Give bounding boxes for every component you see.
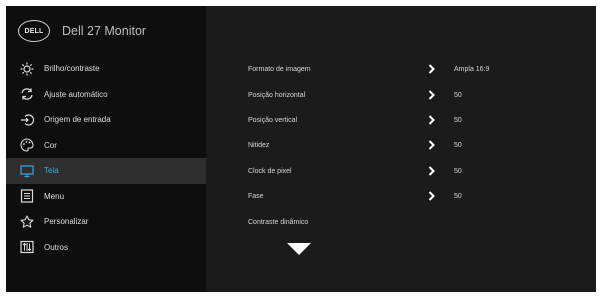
dell-logo: DELL xyxy=(18,20,50,42)
menu-item-label: Outros xyxy=(44,242,69,252)
star-icon xyxy=(20,215,34,229)
display-icon xyxy=(20,164,34,178)
setting-clock-de-pixel[interactable]: Clock de pixel 50 xyxy=(248,164,548,178)
menu-item-personalizar[interactable]: Personalizar xyxy=(6,209,206,235)
menu-item-origem-de-entrada[interactable]: Origem de entrada xyxy=(6,107,206,133)
auto-adjust-icon xyxy=(20,87,34,101)
setting-value: 50 xyxy=(454,167,462,175)
menu-item-label: Personalizar xyxy=(44,217,89,227)
menu-item-label: Origem de entrada xyxy=(44,115,111,125)
scroll-down-arrow-icon[interactable] xyxy=(287,243,311,255)
menu-item-cor[interactable]: Cor xyxy=(6,133,206,159)
menu-item-tela[interactable]: Tela xyxy=(6,158,206,184)
others-icon xyxy=(20,240,34,254)
setting-posicao-horizontal[interactable]: Posição horizontal 50 xyxy=(248,88,548,102)
color-palette-icon xyxy=(20,138,34,152)
setting-label: Nitidez xyxy=(248,141,270,149)
menu-item-outros[interactable]: Outros xyxy=(6,235,206,261)
chevron-right-icon xyxy=(428,115,448,125)
setting-value: 50 xyxy=(454,116,462,124)
settings-panel: Formato de imagem Ampla 16:9 Posição hor… xyxy=(206,6,596,292)
menu-item-label: Tela xyxy=(44,166,59,176)
chevron-right-icon xyxy=(428,166,448,176)
chevron-right-icon xyxy=(428,191,448,201)
setting-label: Formato de imagem xyxy=(248,65,311,73)
menu-item-menu[interactable]: Menu xyxy=(6,184,206,210)
setting-label: Fase xyxy=(248,192,264,200)
monitor-title: Dell 27 Monitor xyxy=(62,24,147,38)
chevron-right-icon xyxy=(428,64,448,74)
setting-value: 50 xyxy=(454,91,462,99)
menu-item-ajuste-automatico[interactable]: Ajuste automático xyxy=(6,82,206,108)
setting-value: 50 xyxy=(454,192,462,200)
brand-header: DELL Dell 27 Monitor xyxy=(6,6,206,56)
menu-item-label: Brilho/contraste xyxy=(44,64,100,74)
input-source-icon xyxy=(20,113,34,127)
menu-item-label: Menu xyxy=(44,191,65,201)
setting-contraste-dinamico[interactable]: Contraste dinâmico xyxy=(248,215,548,229)
setting-label: Clock de pixel xyxy=(248,167,292,175)
sidebar: DELL Dell 27 Monitor Brilho/contraste Aj… xyxy=(6,6,206,292)
setting-value: 50 xyxy=(454,141,462,149)
setting-formato-de-imagem[interactable]: Formato de imagem Ampla 16:9 xyxy=(248,62,548,76)
brightness-icon xyxy=(20,62,34,76)
menu-item-label: Ajuste automático xyxy=(44,89,108,99)
menu-item-label: Cor xyxy=(44,140,57,150)
setting-label: Posição horizontal xyxy=(248,91,306,99)
setting-value: Ampla 16:9 xyxy=(454,65,490,73)
main-menu: Brilho/contraste Ajuste automático Orige… xyxy=(6,56,206,260)
setting-label: Contraste dinâmico xyxy=(248,218,309,226)
chevron-right-icon xyxy=(428,140,448,150)
setting-fase[interactable]: Fase 50 xyxy=(248,189,548,203)
setting-label: Posição vertical xyxy=(248,116,298,124)
menu-item-brilho-contraste[interactable]: Brilho/contraste xyxy=(6,56,206,82)
menu-list-icon xyxy=(20,189,34,203)
chevron-right-icon xyxy=(428,90,448,100)
setting-nitidez[interactable]: Nitidez 50 xyxy=(248,138,548,152)
monitor-osd: DELL Dell 27 Monitor Brilho/contraste Aj… xyxy=(6,6,596,292)
setting-posicao-vertical[interactable]: Posição vertical 50 xyxy=(248,113,548,127)
